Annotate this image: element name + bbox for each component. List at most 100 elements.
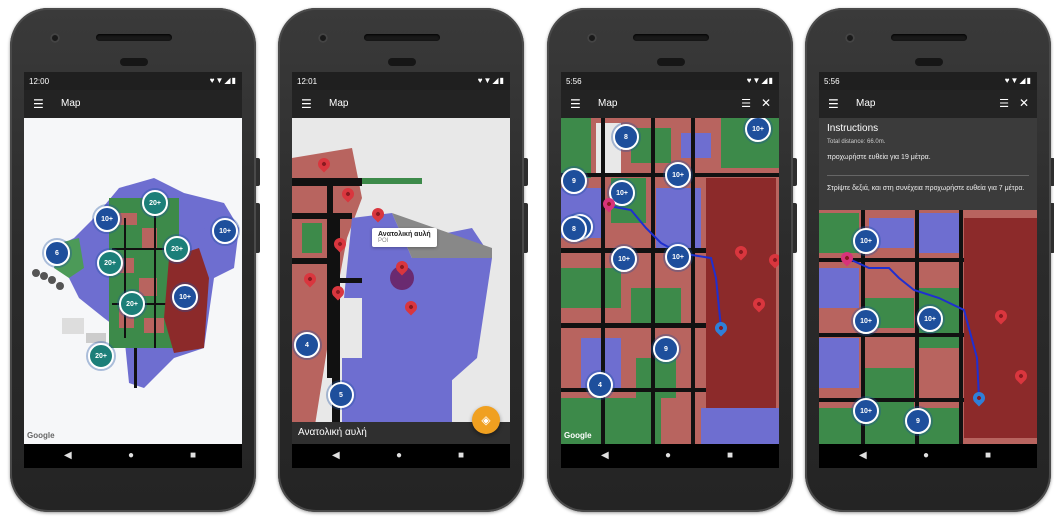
cluster-marker[interactable]: 10+ — [665, 244, 691, 270]
home-icon[interactable]: ● — [396, 450, 402, 461]
nav-bar: ◀ ● ■ — [24, 444, 242, 468]
cluster-marker[interactable]: 9 — [653, 336, 679, 362]
divider — [827, 175, 1029, 176]
earpiece — [120, 58, 148, 66]
selected-poi-name: Ανατολική αυλή — [298, 427, 367, 438]
home-icon[interactable]: ● — [665, 450, 671, 461]
cluster-marker[interactable]: 10+ — [212, 218, 238, 244]
cluster-marker[interactable]: 10+ — [853, 398, 879, 424]
cluster-marker[interactable]: 4 — [294, 332, 320, 358]
cluster-marker[interactable]: 4 — [587, 372, 613, 398]
phone-1: 12:00 ♥▼◢▮ ☰ Map 10+ 20+ 10+ 6 20+ 20+ 2… — [10, 8, 260, 512]
map-view[interactable]: 8 10+ 10+ 9 10+ 10+ 8 10+ 10+ 9 4 Google — [561, 118, 779, 444]
menu-icon[interactable]: ☰ — [33, 98, 44, 110]
map-view[interactable]: Ανατολική αυλή POI 4 5 — [292, 118, 510, 444]
phone-2: 12:01 ♥▼◢▮ ☰ Map Ανατολική αυλή POI 4 5 … — [278, 8, 528, 512]
power-button — [256, 158, 260, 186]
cluster-marker[interactable]: 10+ — [94, 206, 120, 232]
status-bar: 12:00 ♥▼◢▮ — [24, 72, 242, 90]
instruction-previous: προχωρήστε ευθεία για 19 μέτρα. — [827, 154, 931, 161]
cluster-marker[interactable]: 10+ — [853, 228, 879, 254]
app-bar: ☰ Map — [24, 90, 242, 118]
nav-bar: ◀ ● ■ — [561, 444, 779, 468]
instructions-title: Instructions — [827, 123, 879, 134]
status-bar: 5:56 ♥▼◢▮ — [561, 72, 779, 90]
earpiece — [388, 58, 416, 66]
earpiece — [657, 58, 685, 66]
power-button — [793, 158, 797, 186]
cluster-marker[interactable]: 20+ — [97, 250, 123, 276]
earpiece — [915, 58, 943, 66]
cluster-marker[interactable]: 20+ — [164, 236, 190, 262]
home-icon[interactable]: ● — [128, 450, 134, 461]
nav-bar: ◀ ● ■ — [292, 444, 510, 468]
cluster-marker[interactable]: 10+ — [611, 246, 637, 272]
status-icons: ♥▼◢▮ — [209, 76, 237, 85]
camera-icon — [587, 33, 597, 43]
cluster-marker[interactable]: 8 — [561, 216, 587, 242]
google-logo: Google — [27, 431, 55, 440]
volume-button — [524, 203, 528, 253]
recents-icon[interactable]: ■ — [190, 450, 196, 461]
total-distance: Total distance: 66.0m. — [827, 139, 886, 145]
speaker-grille — [364, 34, 440, 41]
close-icon[interactable]: ✕ — [761, 96, 771, 110]
menu-icon[interactable]: ☰ — [828, 98, 839, 110]
camera-icon — [318, 33, 328, 43]
screen: 5:56 ♥▼◢▮ ☰ Map ☰ ✕ 8 10+ 10+ 9 10+ 8 10… — [561, 72, 779, 468]
directions-icon: ◈ — [481, 413, 491, 427]
cluster-marker[interactable]: 20+ — [142, 190, 168, 216]
phone-4: 5:56 ♥▼◢▮ ☰ Map ☰ ✕ Instructions Total d… — [805, 8, 1054, 512]
back-icon[interactable]: ◀ — [601, 450, 609, 461]
app-title: Map — [856, 98, 876, 109]
route-steps-icon[interactable]: ☰ — [741, 97, 751, 110]
poi-subtitle: POI — [378, 238, 389, 244]
cluster-marker[interactable]: 20+ — [88, 343, 114, 369]
map-view[interactable]: 10+ 20+ 10+ 6 20+ 20+ 20+ 10+ 20+ Google — [24, 118, 242, 444]
volume-button — [793, 203, 797, 253]
recents-icon[interactable]: ■ — [727, 450, 733, 461]
status-time: 5:56 — [566, 77, 582, 86]
status-time: 5:56 — [824, 77, 840, 86]
volume-button — [256, 203, 260, 253]
back-icon[interactable]: ◀ — [332, 450, 340, 461]
speaker-grille — [891, 34, 967, 41]
cluster-marker[interactable]: 10+ — [172, 284, 198, 310]
close-icon[interactable]: ✕ — [1019, 96, 1029, 110]
cluster-marker[interactable]: 9 — [561, 168, 587, 194]
phone-3: 5:56 ♥▼◢▮ ☰ Map ☰ ✕ 8 10+ 10+ 9 10+ 8 10… — [547, 8, 797, 512]
speaker-grille — [96, 34, 172, 41]
directions-button[interactable]: ◈ — [472, 406, 500, 434]
cluster-marker[interactable]: 8 — [613, 124, 639, 150]
screen: 12:01 ♥▼◢▮ ☰ Map Ανατολική αυλή POI 4 5 … — [292, 72, 510, 468]
cluster-marker[interactable]: 20+ — [119, 291, 145, 317]
status-bar: 12:01 ♥▼◢▮ — [292, 72, 510, 90]
back-icon[interactable]: ◀ — [64, 450, 72, 461]
menu-icon[interactable]: ☰ — [570, 98, 581, 110]
poi-info-window[interactable]: Ανατολική αυλή POI — [372, 228, 437, 247]
cluster-marker[interactable]: 10+ — [853, 308, 879, 334]
app-bar: ☰ Map ☰ ✕ — [561, 90, 779, 118]
cluster-marker[interactable]: 9 — [905, 408, 931, 434]
status-icons: ♥▼◢▮ — [746, 76, 774, 85]
route-steps-icon[interactable]: ☰ — [999, 97, 1009, 110]
power-button — [524, 158, 528, 186]
cluster-marker[interactable]: 6 — [44, 240, 70, 266]
cluster-marker[interactable]: 10+ — [665, 162, 691, 188]
instructions-panel[interactable]: Instructions Total distance: 66.0m. προχ… — [819, 118, 1037, 210]
app-title: Map — [329, 98, 349, 109]
cluster-marker[interactable]: 10+ — [917, 306, 943, 332]
status-time: 12:01 — [297, 77, 318, 86]
app-bar: ☰ Map ☰ ✕ — [819, 90, 1037, 118]
cluster-marker[interactable]: 5 — [328, 382, 354, 408]
instruction-current: Στρίψτε δεξιά, και στη συνέχεια προχωρήσ… — [827, 185, 1025, 192]
status-time: 12:00 — [29, 77, 50, 86]
poi-title: Ανατολική αυλή — [378, 231, 431, 238]
recents-icon[interactable]: ■ — [458, 450, 464, 461]
speaker-grille — [633, 34, 709, 41]
back-icon[interactable]: ◀ — [859, 450, 867, 461]
status-icons: ♥▼◢▮ — [477, 76, 505, 85]
home-icon[interactable]: ● — [923, 450, 929, 461]
recents-icon[interactable]: ■ — [985, 450, 991, 461]
menu-icon[interactable]: ☰ — [301, 98, 312, 110]
